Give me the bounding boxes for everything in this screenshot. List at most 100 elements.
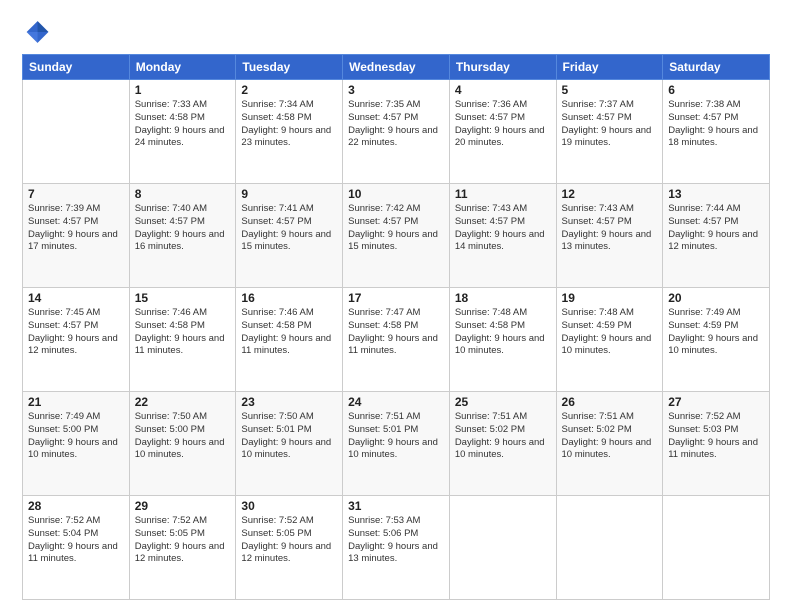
day-number: 18 bbox=[455, 291, 551, 305]
calendar-cell: 11Sunrise: 7:43 AM Sunset: 4:57 PM Dayli… bbox=[449, 184, 556, 288]
day-number: 22 bbox=[135, 395, 231, 409]
weekday-header: Thursday bbox=[449, 55, 556, 80]
day-number: 29 bbox=[135, 499, 231, 513]
calendar-cell: 8 Sunrise: 7:40 AM Sunset: 4:57 PM Daylig… bbox=[129, 184, 236, 288]
day-info: Sunrise: 7:48 AM Sunset: 4:58 PM Dayligh… bbox=[455, 307, 551, 358]
calendar-cell: 9 Sunrise: 7:41 AM Sunset: 4:57 PM Daylig… bbox=[236, 184, 343, 288]
day-number: 31 bbox=[348, 499, 444, 513]
day-info: Sunrise: 7:52 AM Sunset: 5:05 PM Dayligh… bbox=[135, 515, 231, 566]
calendar-week-row: 7 Sunrise: 7:39 AM Sunset: 4:57 PM Daylig… bbox=[23, 184, 770, 288]
day-number: 21 bbox=[28, 395, 124, 409]
day-number: 24 bbox=[348, 395, 444, 409]
day-number: 14 bbox=[28, 291, 124, 305]
calendar-cell: 10 Sunrise: 7:42 AM Sunset: 4:57 PM Dayli… bbox=[343, 184, 450, 288]
day-info: Sunrise: 7:49 AM Sunset: 5:00 PM Dayligh… bbox=[28, 411, 124, 462]
calendar-cell: 28Sunrise: 7:52 AM Sunset: 5:04 PM Dayli… bbox=[23, 496, 130, 600]
day-number: 27 bbox=[668, 395, 764, 409]
day-info: Sunrise: 7:49 AM Sunset: 4:59 PM Dayligh… bbox=[668, 307, 764, 358]
weekday-header: Saturday bbox=[663, 55, 770, 80]
calendar-cell: 4 Sunrise: 7:36 AM Sunset: 4:57 PM Daylig… bbox=[449, 80, 556, 184]
day-info: Sunrise: 7:40 AM Sunset: 4:57 PM Dayligh… bbox=[135, 203, 231, 254]
calendar-week-row: 14Sunrise: 7:45 AM Sunset: 4:57 PM Dayli… bbox=[23, 288, 770, 392]
calendar-cell: 13Sunrise: 7:44 AM Sunset: 4:57 PM Dayli… bbox=[663, 184, 770, 288]
calendar-cell: 3 Sunrise: 7:35 AM Sunset: 4:57 PM Daylig… bbox=[343, 80, 450, 184]
day-info: Sunrise: 7:50 AM Sunset: 5:01 PM Dayligh… bbox=[241, 411, 337, 462]
top-section bbox=[22, 18, 770, 46]
day-info: Sunrise: 7:43 AM Sunset: 4:57 PM Dayligh… bbox=[455, 203, 551, 254]
calendar-cell bbox=[449, 496, 556, 600]
day-info: Sunrise: 7:35 AM Sunset: 4:57 PM Dayligh… bbox=[348, 99, 444, 150]
day-number: 23 bbox=[241, 395, 337, 409]
day-info: Sunrise: 7:33 AM Sunset: 4:58 PM Dayligh… bbox=[135, 99, 231, 150]
calendar-cell: 18 Sunrise: 7:48 AM Sunset: 4:58 PM Dayli… bbox=[449, 288, 556, 392]
day-info: Sunrise: 7:38 AM Sunset: 4:57 PM Dayligh… bbox=[668, 99, 764, 150]
calendar-cell: 12Sunrise: 7:43 AM Sunset: 4:57 PM Dayli… bbox=[556, 184, 663, 288]
day-number: 17 bbox=[348, 291, 444, 305]
weekday-header: Monday bbox=[129, 55, 236, 80]
day-number: 25 bbox=[455, 395, 551, 409]
page: SundayMondayTuesdayWednesdayThursdayFrid… bbox=[0, 0, 792, 612]
day-number: 3 bbox=[348, 83, 444, 97]
calendar-cell: 16Sunrise: 7:46 AM Sunset: 4:58 PM Dayli… bbox=[236, 288, 343, 392]
calendar-table: SundayMondayTuesdayWednesdayThursdayFrid… bbox=[22, 54, 770, 600]
calendar-week-row: 28Sunrise: 7:52 AM Sunset: 5:04 PM Dayli… bbox=[23, 496, 770, 600]
day-info: Sunrise: 7:37 AM Sunset: 4:57 PM Dayligh… bbox=[562, 99, 658, 150]
weekday-header: Tuesday bbox=[236, 55, 343, 80]
day-info: Sunrise: 7:39 AM Sunset: 4:57 PM Dayligh… bbox=[28, 203, 124, 254]
calendar-cell: 29 Sunrise: 7:52 AM Sunset: 5:05 PM Dayli… bbox=[129, 496, 236, 600]
calendar-cell: 21 Sunrise: 7:49 AM Sunset: 5:00 PM Dayli… bbox=[23, 392, 130, 496]
calendar-cell: 24Sunrise: 7:51 AM Sunset: 5:01 PM Dayli… bbox=[343, 392, 450, 496]
day-number: 19 bbox=[562, 291, 658, 305]
calendar-cell: 30Sunrise: 7:52 AM Sunset: 5:05 PM Dayli… bbox=[236, 496, 343, 600]
day-info: Sunrise: 7:51 AM Sunset: 5:02 PM Dayligh… bbox=[455, 411, 551, 462]
calendar-cell: 5 Sunrise: 7:37 AM Sunset: 4:57 PM Daylig… bbox=[556, 80, 663, 184]
day-number: 10 bbox=[348, 187, 444, 201]
day-number: 6 bbox=[668, 83, 764, 97]
day-number: 20 bbox=[668, 291, 764, 305]
day-info: Sunrise: 7:46 AM Sunset: 4:58 PM Dayligh… bbox=[135, 307, 231, 358]
day-info: Sunrise: 7:42 AM Sunset: 4:57 PM Dayligh… bbox=[348, 203, 444, 254]
calendar-cell: 31 Sunrise: 7:53 AM Sunset: 5:06 PM Dayli… bbox=[343, 496, 450, 600]
weekday-header: Sunday bbox=[23, 55, 130, 80]
logo-icon bbox=[22, 18, 50, 46]
calendar-cell: 15 Sunrise: 7:46 AM Sunset: 4:58 PM Dayli… bbox=[129, 288, 236, 392]
calendar-cell: 22Sunrise: 7:50 AM Sunset: 5:00 PM Dayli… bbox=[129, 392, 236, 496]
day-info: Sunrise: 7:48 AM Sunset: 4:59 PM Dayligh… bbox=[562, 307, 658, 358]
calendar-cell: 6 Sunrise: 7:38 AM Sunset: 4:57 PM Daylig… bbox=[663, 80, 770, 184]
day-number: 15 bbox=[135, 291, 231, 305]
calendar-cell bbox=[556, 496, 663, 600]
calendar-cell: 2Sunrise: 7:34 AM Sunset: 4:58 PM Daylig… bbox=[236, 80, 343, 184]
calendar-cell: 27 Sunrise: 7:52 AM Sunset: 5:03 PM Dayli… bbox=[663, 392, 770, 496]
day-info: Sunrise: 7:36 AM Sunset: 4:57 PM Dayligh… bbox=[455, 99, 551, 150]
day-info: Sunrise: 7:47 AM Sunset: 4:58 PM Dayligh… bbox=[348, 307, 444, 358]
day-number: 4 bbox=[455, 83, 551, 97]
calendar-week-row: 1 Sunrise: 7:33 AM Sunset: 4:58 PM Daylig… bbox=[23, 80, 770, 184]
day-info: Sunrise: 7:34 AM Sunset: 4:58 PM Dayligh… bbox=[241, 99, 337, 150]
day-number: 16 bbox=[241, 291, 337, 305]
day-number: 9 bbox=[241, 187, 337, 201]
day-number: 30 bbox=[241, 499, 337, 513]
weekday-header: Wednesday bbox=[343, 55, 450, 80]
calendar-cell: 19 Sunrise: 7:48 AM Sunset: 4:59 PM Dayli… bbox=[556, 288, 663, 392]
day-number: 28 bbox=[28, 499, 124, 513]
day-number: 26 bbox=[562, 395, 658, 409]
day-info: Sunrise: 7:44 AM Sunset: 4:57 PM Dayligh… bbox=[668, 203, 764, 254]
calendar-cell: 7 Sunrise: 7:39 AM Sunset: 4:57 PM Daylig… bbox=[23, 184, 130, 288]
day-info: Sunrise: 7:41 AM Sunset: 4:57 PM Dayligh… bbox=[241, 203, 337, 254]
day-number: 5 bbox=[562, 83, 658, 97]
day-info: Sunrise: 7:53 AM Sunset: 5:06 PM Dayligh… bbox=[348, 515, 444, 566]
day-number: 1 bbox=[135, 83, 231, 97]
calendar-cell: 20 Sunrise: 7:49 AM Sunset: 4:59 PM Dayli… bbox=[663, 288, 770, 392]
calendar-header-row: SundayMondayTuesdayWednesdayThursdayFrid… bbox=[23, 55, 770, 80]
calendar-cell: 14Sunrise: 7:45 AM Sunset: 4:57 PM Dayli… bbox=[23, 288, 130, 392]
calendar-cell: 17 Sunrise: 7:47 AM Sunset: 4:58 PM Dayli… bbox=[343, 288, 450, 392]
weekday-header: Friday bbox=[556, 55, 663, 80]
day-info: Sunrise: 7:52 AM Sunset: 5:03 PM Dayligh… bbox=[668, 411, 764, 462]
day-info: Sunrise: 7:51 AM Sunset: 5:02 PM Dayligh… bbox=[562, 411, 658, 462]
day-number: 8 bbox=[135, 187, 231, 201]
calendar-cell: 26 Sunrise: 7:51 AM Sunset: 5:02 PM Dayli… bbox=[556, 392, 663, 496]
calendar-cell: 23 Sunrise: 7:50 AM Sunset: 5:01 PM Dayli… bbox=[236, 392, 343, 496]
day-number: 7 bbox=[28, 187, 124, 201]
day-info: Sunrise: 7:43 AM Sunset: 4:57 PM Dayligh… bbox=[562, 203, 658, 254]
calendar-cell bbox=[23, 80, 130, 184]
